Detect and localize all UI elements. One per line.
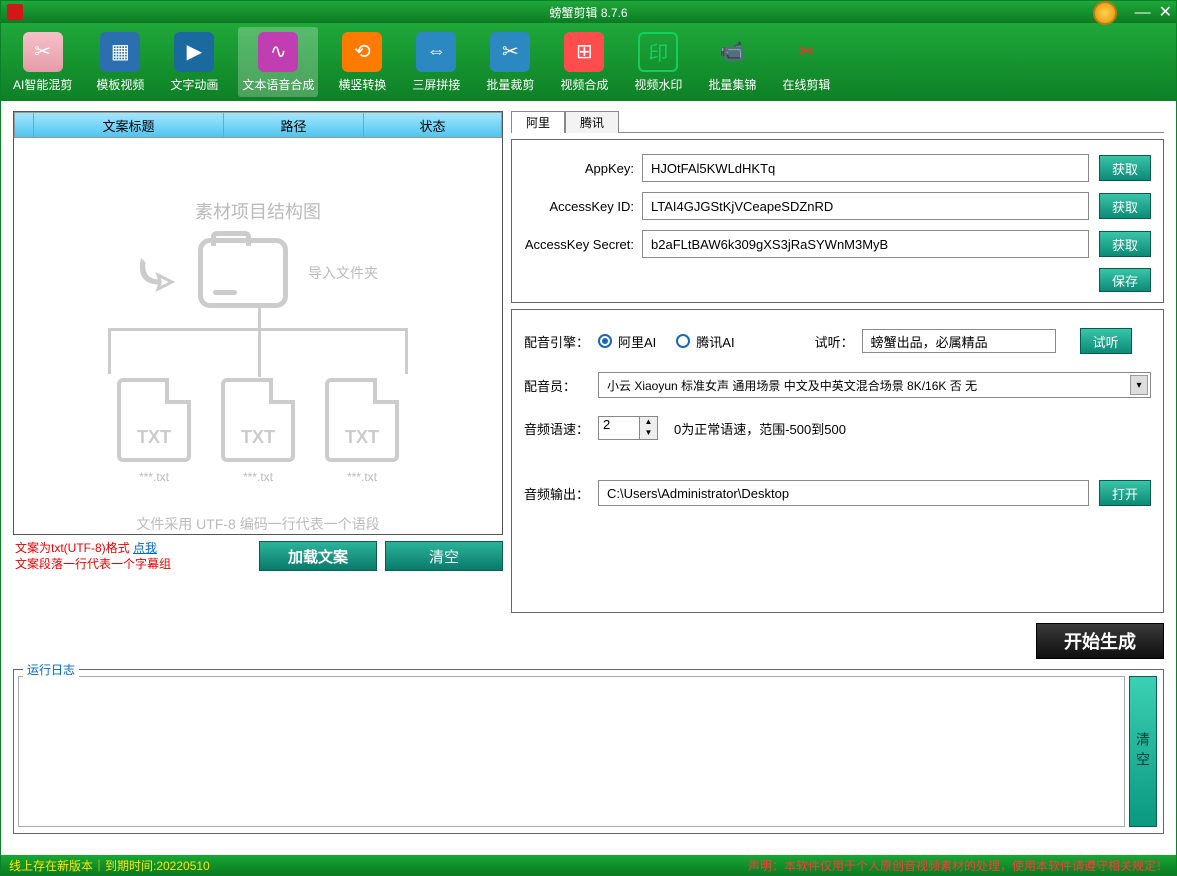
txt-file-icon: TXT (221, 378, 295, 462)
engine-ali-radio[interactable]: 阿里AI (598, 332, 656, 351)
titlebar: 螃蟹剪辑 8.7.6 — ✕ (1, 1, 1176, 23)
tool-icon-3: ∿ (258, 32, 298, 72)
save-credentials-button[interactable]: 保存 (1099, 268, 1151, 292)
accessid-input[interactable] (642, 192, 1089, 220)
voice-settings-group: 配音引擎： 阿里AI 腾讯AI 试听： 试听 配音员： 小云 Xiaoyun 标… (511, 309, 1164, 613)
tool-2[interactable]: ▶文字动画 (164, 27, 224, 97)
tool-6[interactable]: ✂批量裁剪 (480, 27, 540, 97)
app-logo-icon (7, 4, 23, 20)
tool-1[interactable]: ▦模板视频 (90, 27, 150, 97)
drop-placeholder: 素材项目结构图 导入文件夹 TXT***.txt TXT***.txt TXT*… (14, 138, 502, 534)
preview-text-input[interactable] (862, 329, 1056, 353)
statusbar: 线上存在新版本｜到期时间:20220510 声明：本软件仅用于个人原创音视频素材… (1, 855, 1176, 875)
tool-icon-4: ⟲ (342, 32, 382, 72)
clear-log-button[interactable]: 清空 (1129, 676, 1157, 827)
get-accessid-button[interactable]: 获取 (1099, 193, 1151, 219)
appkey-label: AppKey: (524, 161, 634, 176)
disclaimer-text: 声明：本软件仅用于个人原创音视频素材的处理，使用本软件请遵守相关规定！ (748, 857, 1168, 874)
table-corner (14, 112, 34, 138)
tool-icon-0: ✂ (23, 32, 63, 72)
log-legend: 运行日志 (23, 661, 79, 678)
tool-icon-1: ▦ (100, 32, 140, 72)
output-path-input[interactable] (598, 480, 1089, 506)
tool-icon-6: ✂ (490, 32, 530, 72)
tool-icon-9: 📹 (712, 32, 752, 72)
preview-button[interactable]: 试听 (1080, 328, 1132, 354)
start-generate-button[interactable]: 开始生成 (1036, 623, 1164, 659)
import-arrow-icon (138, 253, 178, 293)
log-textarea[interactable] (18, 676, 1125, 827)
format-link[interactable]: 点我 (133, 541, 157, 555)
tool-9[interactable]: 📹批量集锦 (702, 27, 762, 97)
medal-icon[interactable] (1093, 1, 1117, 25)
tool-5[interactable]: ⇔三屏拼接 (406, 27, 466, 97)
tool-3[interactable]: ∿文本语音合成 (238, 27, 318, 97)
engine-label: 配音引擎： (524, 332, 598, 351)
tool-4[interactable]: ⟲横竖转换 (332, 27, 392, 97)
spin-down-icon[interactable]: ▼ (639, 428, 657, 439)
window-title: 螃蟹剪辑 8.7.6 (549, 4, 627, 21)
version-status: 线上存在新版本｜到期时间:20220510 (9, 857, 210, 874)
accesssecret-label: AccessKey Secret: (524, 237, 634, 252)
engine-tencent-radio[interactable]: 腾讯AI (676, 332, 734, 351)
tab-ali[interactable]: 阿里 (511, 111, 565, 133)
encoding-note: 文件采用 UTF-8 编码一行代表一个语段 (136, 514, 379, 534)
appkey-input[interactable] (642, 154, 1089, 182)
format-note: 文案为txt(UTF-8)格式 点我 文案段落一行代表一个字幕组 (15, 540, 171, 572)
tab-tencent[interactable]: 腾讯 (565, 111, 619, 133)
clear-script-button[interactable]: 清空 (385, 541, 503, 571)
get-appkey-button[interactable]: 获取 (1099, 155, 1151, 181)
speed-spinner[interactable]: 2 ▲▼ (598, 416, 658, 440)
tool-icon-8: 印 (638, 32, 678, 72)
voice-label: 配音员： (524, 376, 598, 395)
col-path[interactable]: 路径 (224, 112, 364, 138)
speed-note: 0为正常语速，范围-500到500 (674, 419, 846, 438)
col-status[interactable]: 状态 (364, 112, 502, 138)
minimize-button[interactable]: — (1135, 4, 1151, 22)
speed-label: 音频语速： (524, 419, 598, 438)
tool-10[interactable]: ✂在线剪辑 (776, 27, 836, 97)
spin-up-icon[interactable]: ▲ (639, 417, 657, 428)
output-label: 音频输出： (524, 484, 598, 503)
voice-select[interactable]: 小云 Xiaoyun 标准女声 通用场景 中文及中英文混合场景 8K/16K 否… (598, 372, 1151, 398)
accesssecret-input[interactable] (642, 230, 1089, 258)
api-credentials-group: AppKey: 获取 AccessKey ID: 获取 AccessKey Se… (511, 139, 1164, 303)
import-label: 导入文件夹 (308, 263, 378, 283)
chevron-down-icon: ▾ (1130, 375, 1148, 395)
tool-icon-5: ⇔ (416, 32, 456, 72)
tool-icon-10: ✂ (786, 32, 826, 72)
main-toolbar: ✂AI智能混剪▦模板视频▶文字动画∿文本语音合成⟲横竖转换⇔三屏拼接✂批量裁剪⊞… (1, 23, 1176, 101)
preview-label: 试听： (815, 332, 854, 351)
tool-8[interactable]: 印视频水印 (628, 27, 688, 97)
col-title[interactable]: 文案标题 (34, 112, 224, 138)
close-button[interactable]: ✕ (1159, 4, 1172, 22)
get-accesssecret-button[interactable]: 获取 (1099, 231, 1151, 257)
tool-icon-2: ▶ (174, 32, 214, 72)
tool-7[interactable]: ⊞视频合成 (554, 27, 614, 97)
tool-0[interactable]: ✂AI智能混剪 (9, 27, 76, 97)
open-folder-button[interactable]: 打开 (1099, 480, 1151, 506)
placeholder-title: 素材项目结构图 (195, 198, 321, 224)
folder-icon (198, 238, 288, 308)
tool-icon-7: ⊞ (564, 32, 604, 72)
txt-file-icon: TXT (117, 378, 191, 462)
txt-file-icon: TXT (325, 378, 399, 462)
accessid-label: AccessKey ID: (524, 199, 634, 214)
load-script-button[interactable]: 加载文案 (259, 541, 377, 571)
script-list-panel: 文案标题 路径 状态 素材项目结构图 导入文件夹 TXT***. (13, 111, 503, 535)
